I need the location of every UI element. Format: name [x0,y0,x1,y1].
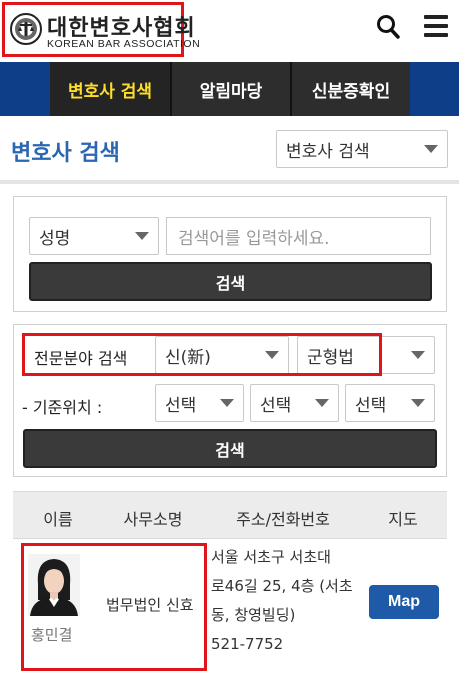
column-header-map: 지도 [388,510,418,529]
location-label: - 기준위치 : [22,398,103,417]
specialty-select-2-value: 군형법 [307,347,354,368]
bar-association-emblem-icon [10,13,42,45]
specialty-select-1-value: 신(新) [165,347,211,368]
tab-notices[interactable]: 알림마당 [172,62,290,116]
column-header-name: 이름 [43,510,73,529]
logo-english-text: KOREAN BAR ASSOCIATION [47,38,201,50]
table-row[interactable]: 홍민결 법무법인 신효 서울 서초구 서초대 로46길 25, 4층 (서초 동… [13,539,447,676]
phone-number: 521-7752 [211,635,284,653]
location-select-3-value: 선택 [355,395,387,416]
map-button[interactable]: Map [369,585,439,619]
chevron-down-icon [411,399,425,407]
tab-id-verification[interactable]: 신분증확인 [292,62,410,116]
chevron-down-icon [265,351,279,359]
name-search-button[interactable]: 검색 [29,262,432,301]
divider [0,180,459,184]
chevron-down-icon [315,399,329,407]
chevron-down-icon [424,145,438,153]
chevron-down-icon [220,399,234,407]
results-table-header: 이름 사무소명 주소/전화번호 지도 [13,491,447,539]
hamburger-menu-icon[interactable] [424,15,448,37]
logo[interactable]: 대한변호사협회 KOREAN BAR ASSOCIATION [2,2,200,57]
search-input-placeholder: 검색어를 입력하세요. [178,228,330,249]
top-header: 대한변호사협회 KOREAN BAR ASSOCIATION [0,0,459,62]
location-select-3[interactable]: 선택 [345,384,435,422]
office-name: 법무법인 신효 [106,596,194,614]
location-select-2[interactable]: 선택 [250,384,339,422]
search-icon[interactable] [376,14,400,40]
address-line: 동, 창영빌딩) [211,606,296,624]
specialty-select-2[interactable]: 군형법 [297,336,435,374]
lawyer-name[interactable]: 홍민결 [31,624,72,645]
column-header-office: 사무소명 [123,510,183,529]
field-select-value: 성명 [39,228,71,249]
location-select-2-value: 선택 [260,395,292,416]
page-title: 변호사 검색 [11,141,120,166]
address-line: 서울 서초구 서초대 [211,548,331,566]
specialty-select-1[interactable]: 신(新) [155,336,289,374]
search-type-value: 변호사 검색 [286,141,370,162]
chevron-down-icon [135,232,149,240]
column-header-address: 주소/전화번호 [236,510,330,529]
chevron-down-icon [411,351,425,359]
search-type-select[interactable]: 변호사 검색 [276,130,448,168]
tab-lawyer-search[interactable]: 변호사 검색 [50,62,170,116]
name-search-panel: 성명 검색어를 입력하세요. 검색 [13,196,447,312]
location-select-1[interactable]: 선택 [155,384,244,422]
main-nav: 변호사 검색 알림마당 신분증확인 [0,62,459,116]
search-input[interactable]: 검색어를 입력하세요. [166,217,431,255]
lawyer-photo [28,554,80,616]
specialty-search-button[interactable]: 검색 [23,429,437,468]
specialty-label: 전문분야 검색 [34,349,128,368]
field-select[interactable]: 성명 [29,217,159,255]
address-line: 로46길 25, 4층 (서초 [211,577,353,595]
location-select-1-value: 선택 [165,395,197,416]
specialty-search-panel: 전문분야 검색 신(新) 군형법 - 기준위치 : 선택 선택 선택 검색 [13,324,447,477]
